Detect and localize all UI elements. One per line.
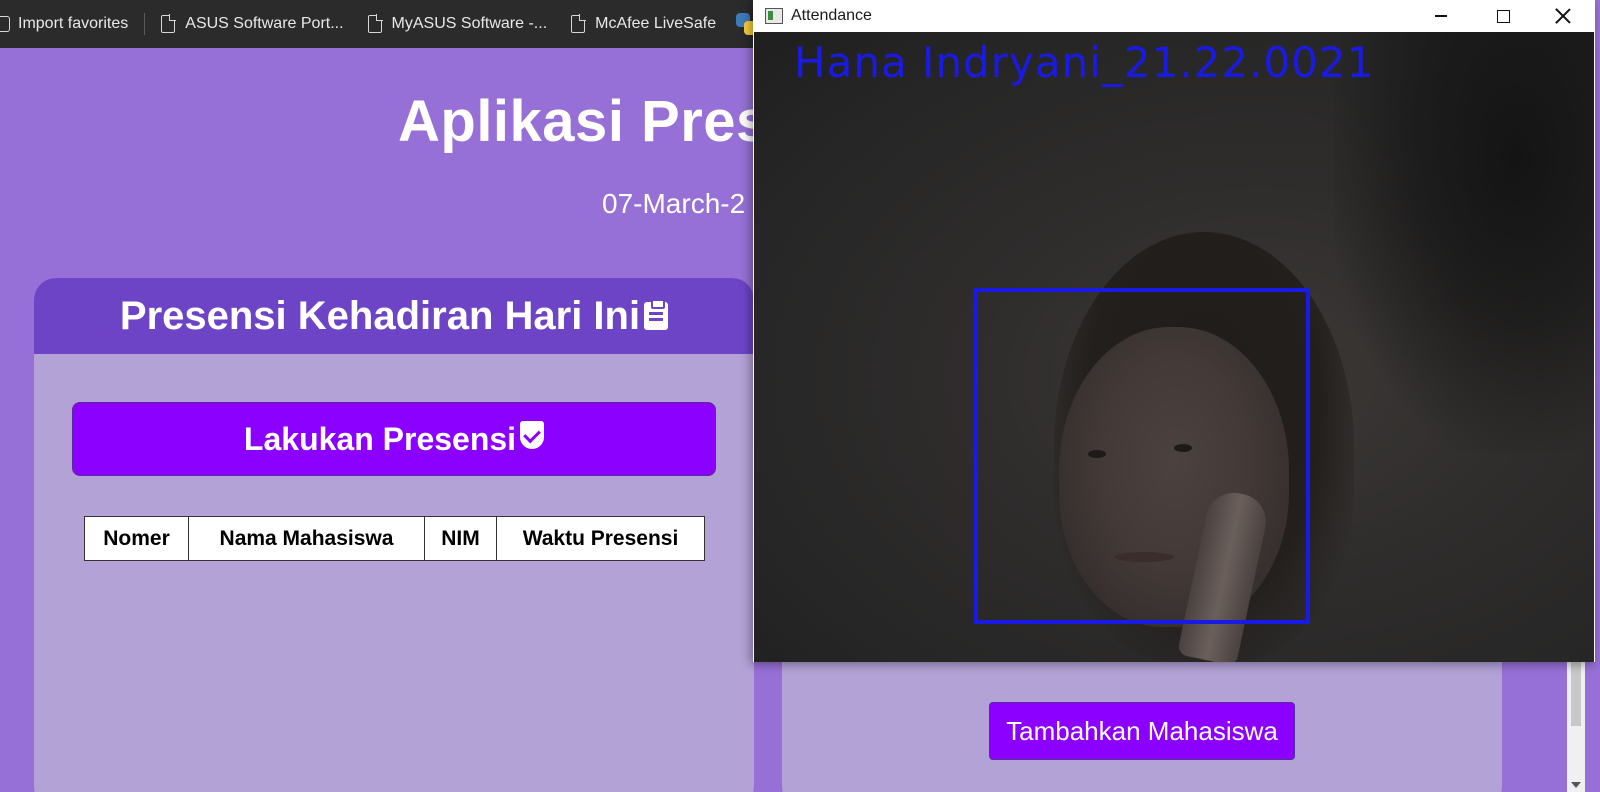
column-header-waktu: Waktu Presensi [496, 516, 705, 561]
minimize-icon [1435, 15, 1447, 17]
page-icon [367, 14, 383, 33]
bookmark-label: Import favorites [18, 15, 129, 32]
bookmark-label: MyASUS Software -... [391, 15, 548, 32]
attendance-card: Presensi Kehadiran Hari Ini Lakukan Pres… [34, 278, 754, 792]
do-attendance-label: Lakukan Presensi [243, 420, 517, 457]
page-icon [161, 14, 177, 33]
background-shadow [1334, 32, 1594, 452]
face-detection-box [974, 288, 1310, 624]
table-header-row: Nomer Nama Mahasiswa NIM Waktu Presensi [84, 516, 705, 561]
date-label: 07-March-2 [602, 188, 746, 219]
camera-feed: Hana Indryani_21.22.0021 [754, 32, 1594, 662]
bookmarks-bar: Import favorites ASUS Software Port... M… [0, 0, 760, 48]
bookmark-asus-software-portal[interactable]: ASUS Software Port... [149, 0, 355, 48]
column-header-nomer: Nomer [84, 516, 189, 561]
bookmark-label: ASUS Software Port... [185, 15, 344, 32]
add-student-button[interactable]: Tambahkan Mahasiswa [989, 702, 1295, 760]
bookmark-label: McAfee LiveSafe [595, 15, 717, 32]
window-app-icon [765, 8, 783, 24]
attendance-window: Attendance Hana Indryani_21.22.0021 [753, 0, 1595, 662]
column-header-nama: Nama Mahasiswa [188, 516, 425, 561]
shield-check-icon [520, 421, 545, 449]
attendance-table: Nomer Nama Mahasiswa NIM Waktu Presensi [84, 516, 705, 561]
add-student-label: Tambahkan Mahasiswa [1006, 715, 1278, 746]
attendance-card-header: Presensi Kehadiran Hari Ini [34, 278, 754, 354]
close-icon [1555, 8, 1571, 24]
do-attendance-button[interactable]: Lakukan Presensi [72, 402, 716, 476]
column-header-nim: NIM [424, 516, 497, 561]
recognized-name-label: Hana Indryani_21.22.0021 [794, 38, 1375, 87]
close-button[interactable] [1533, 0, 1593, 32]
scroll-down-icon[interactable] [1571, 782, 1581, 788]
import-icon [0, 16, 10, 32]
minimize-button[interactable] [1411, 0, 1471, 32]
clipboard-icon [644, 299, 669, 330]
bookmark-import-favorites[interactable]: Import favorites [0, 0, 140, 48]
attendance-card-title: Presensi Kehadiran Hari Ini [119, 293, 641, 338]
bookmark-separator [144, 13, 146, 35]
scrollbar-thumb[interactable] [1571, 656, 1581, 726]
maximize-button[interactable] [1473, 0, 1533, 32]
bookmark-mcafee-livesafe[interactable]: McAfee LiveSafe [559, 0, 728, 48]
window-titlebar[interactable]: Attendance [753, 0, 1595, 32]
window-title: Attendance [791, 7, 872, 24]
bookmark-myasus-software[interactable]: MyASUS Software -... [356, 0, 560, 48]
page-icon [571, 14, 587, 33]
maximize-icon [1496, 9, 1510, 23]
